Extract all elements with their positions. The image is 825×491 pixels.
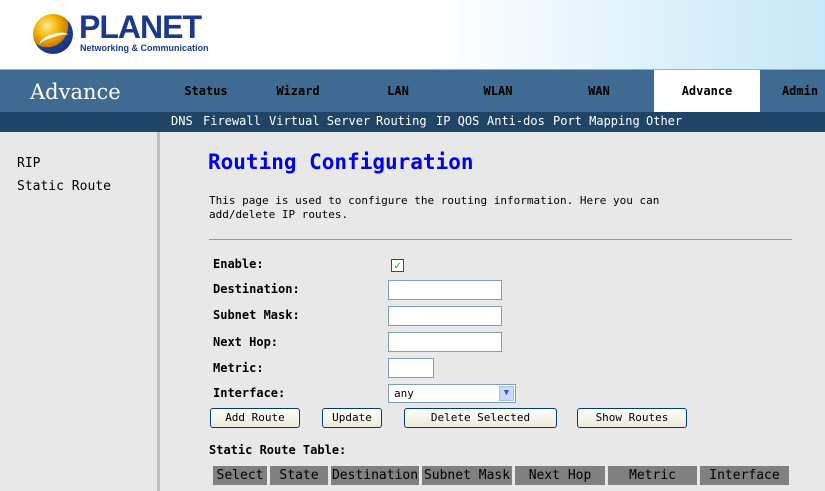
- subnet-mask-input[interactable]: [388, 306, 502, 326]
- table-header-destination: Destination: [331, 466, 419, 485]
- checkmark-icon: ✓: [394, 259, 401, 272]
- subnav-virtual-server[interactable]: Virtual Server: [269, 114, 370, 128]
- main-content: Routing Configuration This page is used …: [163, 132, 825, 491]
- tab-wan[interactable]: WAN: [561, 70, 637, 112]
- table-header-subnet-mask: Subnet Mask: [422, 466, 512, 485]
- main-nav: Advance Status Wizard LAN WLAN WAN Advan…: [0, 69, 825, 112]
- next-hop-label: Next Hop:: [213, 335, 279, 349]
- planet-logo[interactable]: PLANET Networking & Communication: [33, 9, 209, 59]
- static-route-table-title: Static Route Table:: [209, 443, 347, 457]
- add-route-button[interactable]: Add Route: [210, 408, 300, 428]
- table-header-state: State: [270, 466, 328, 485]
- subnet-mask-label: Subnet Mask:: [213, 308, 300, 322]
- next-hop-input[interactable]: [388, 332, 502, 352]
- planet-globe-icon: [33, 14, 73, 54]
- sidebar-item-rip[interactable]: RIP: [17, 156, 40, 171]
- destination-label: Destination:: [213, 282, 300, 296]
- subnav-routing[interactable]: Routing: [376, 114, 427, 128]
- enable-checkbox[interactable]: ✓: [391, 259, 404, 272]
- tab-admin[interactable]: Admin: [770, 70, 825, 112]
- tab-advance[interactable]: Advance: [654, 70, 760, 112]
- update-button[interactable]: Update: [322, 408, 382, 428]
- interface-label: Interface:: [213, 386, 286, 400]
- sub-nav: DNS Firewall Virtual Server Routing IP Q…: [0, 112, 825, 132]
- subnav-ip-qos[interactable]: IP QOS: [436, 114, 479, 128]
- tab-lan[interactable]: LAN: [360, 70, 436, 112]
- table-header-next-hop: Next Hop: [515, 466, 605, 485]
- tab-status[interactable]: Status: [168, 70, 244, 112]
- table-header-interface: Interface: [700, 466, 789, 485]
- subnav-firewall[interactable]: Firewall: [203, 114, 261, 128]
- divider: [209, 239, 792, 240]
- sidebar-item-static-route[interactable]: Static Route: [17, 179, 111, 194]
- chevron-down-icon[interactable]: ▼: [499, 386, 514, 401]
- subnav-other[interactable]: Other: [646, 114, 682, 128]
- brand-tagline: Networking & Communication: [80, 43, 209, 53]
- enable-label: Enable:: [213, 257, 264, 271]
- metric-input[interactable]: [388, 358, 434, 378]
- page-description: This page is used to configure the routi…: [209, 194, 660, 221]
- tab-wlan[interactable]: WLAN: [460, 70, 536, 112]
- brand-name: PLANET: [79, 9, 202, 45]
- header: PLANET Networking & Communication: [0, 0, 825, 69]
- tab-wizard[interactable]: Wizard: [260, 70, 336, 112]
- sidebar: RIP Static Route: [0, 132, 160, 491]
- show-routes-button[interactable]: Show Routes: [577, 408, 687, 428]
- page-title: Routing Configuration: [208, 150, 474, 174]
- subnav-anti-dos[interactable]: Anti-dos: [487, 114, 545, 128]
- subnav-dns[interactable]: DNS: [171, 114, 193, 128]
- delete-selected-button[interactable]: Delete Selected: [404, 408, 557, 428]
- interface-select-value: any: [394, 387, 414, 400]
- table-header-select: Select: [213, 466, 267, 485]
- subnav-port-mapping[interactable]: Port Mapping: [553, 114, 640, 128]
- table-header-metric: Metric: [608, 466, 697, 485]
- section-title: Advance: [30, 80, 121, 104]
- metric-label: Metric:: [213, 361, 264, 375]
- destination-input[interactable]: [388, 280, 502, 300]
- interface-select[interactable]: any ▼: [388, 384, 516, 403]
